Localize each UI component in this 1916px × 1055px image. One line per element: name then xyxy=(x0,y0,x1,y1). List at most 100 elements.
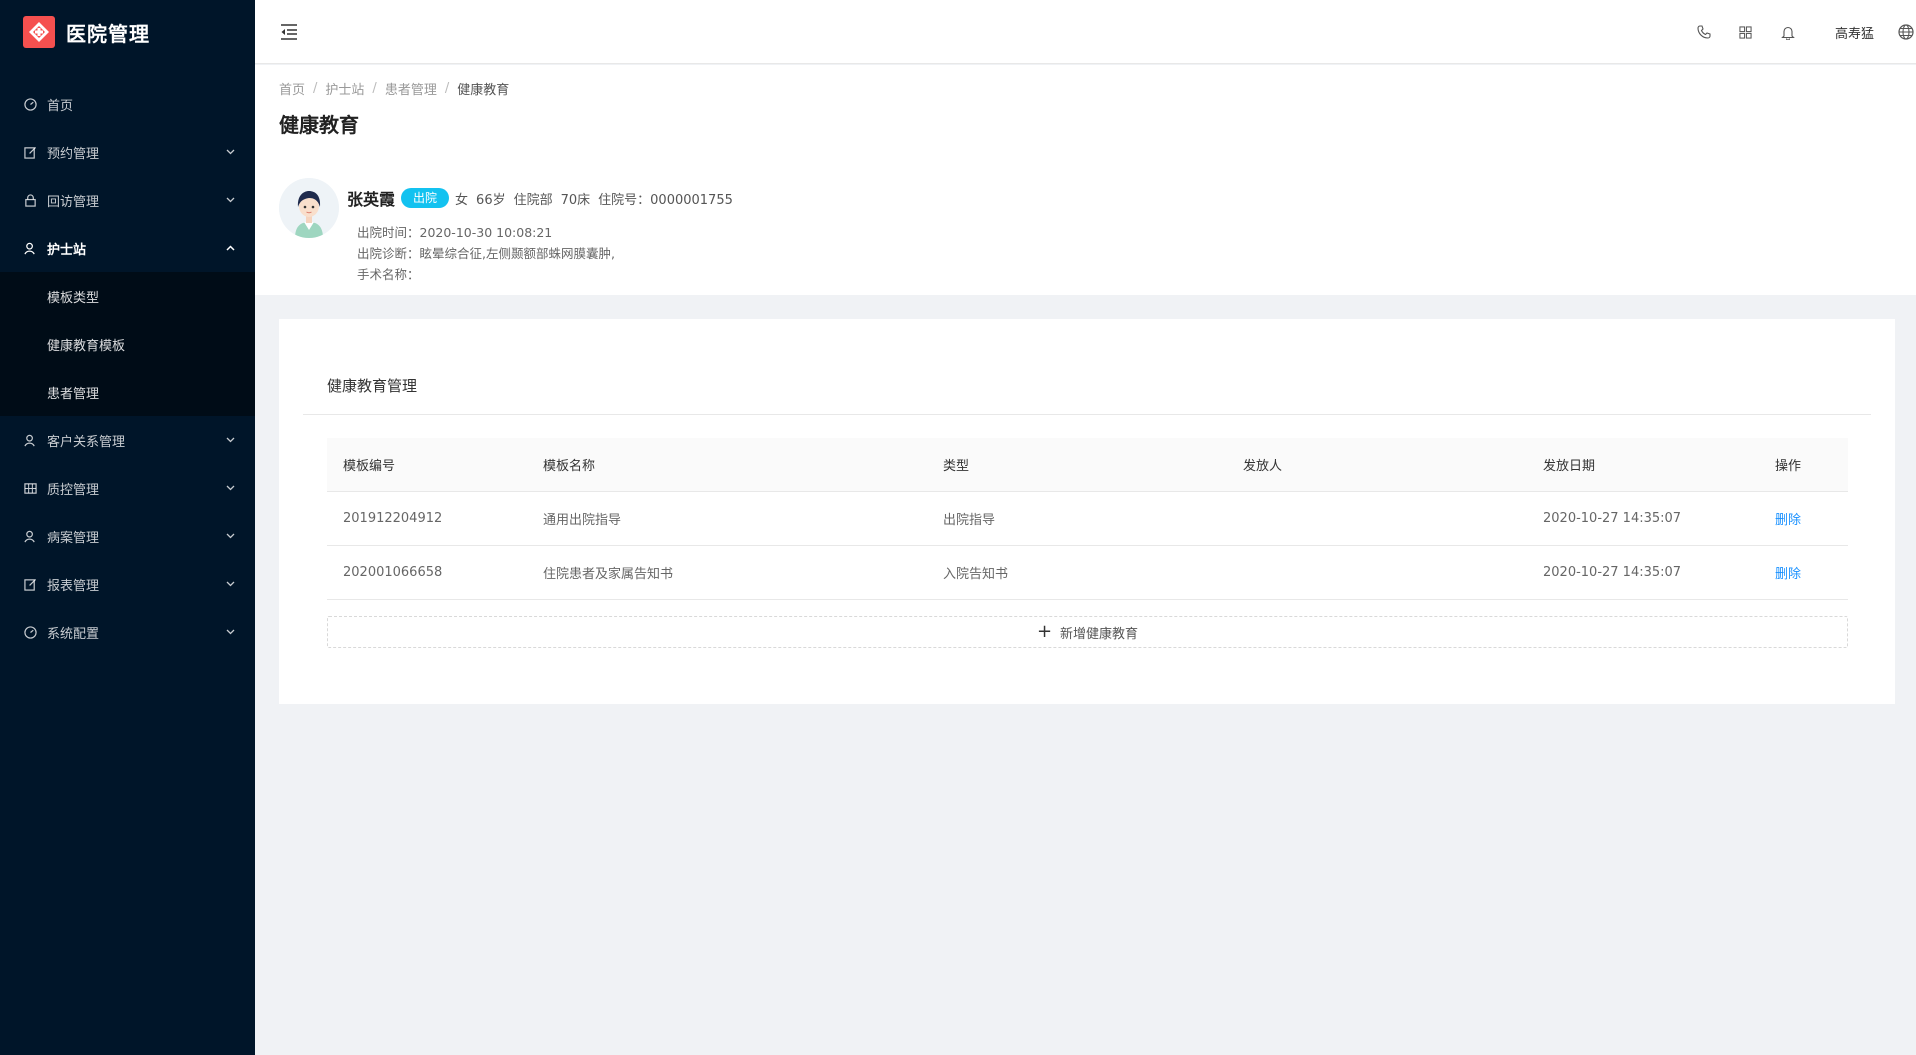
column-header: 模板编号 xyxy=(343,459,396,474)
sidebar-item-reports[interactable]: 报表管理 xyxy=(0,560,255,608)
delete-link[interactable]: 删除 xyxy=(1775,567,1801,582)
breadcrumb-separator: / xyxy=(372,81,377,96)
sidebar-item-label: 客户关系管理 xyxy=(47,434,126,450)
sidebar-item-crm[interactable]: 客户关系管理 xyxy=(0,416,255,464)
delete-link[interactable]: 删除 xyxy=(1775,513,1801,528)
sidebar-subitem-template-type[interactable]: 模板类型 xyxy=(0,272,255,320)
breadcrumb: 首页 / 护士站 / 患者管理 / 健康教育 xyxy=(279,79,509,98)
sidebar-item-records[interactable]: 病案管理 xyxy=(0,512,255,560)
patient-admission-no: 住院号：0000001755 xyxy=(598,192,733,208)
sidebar-item-home[interactable]: 首页 xyxy=(0,80,255,128)
cell-date: 2020-10-27 14:35:07 xyxy=(1543,565,1682,580)
sidebar-item-label: 回访管理 xyxy=(47,194,100,210)
health-education-table: 模板编号 模板名称 类型 发放人 发放日期 操作 201912204912 通用… xyxy=(327,438,1848,600)
breadcrumb-separator: / xyxy=(444,81,450,96)
cell-type: 出院指导 xyxy=(943,513,996,528)
discharge-diagnosis: 出院诊断：眩晕综合征,左侧颞额部蛛网膜囊肿, xyxy=(357,246,615,261)
patient-summary: 张英霞 出院 女 66岁 住院部 70床 住院号：0000001755 xyxy=(347,186,741,210)
chevron-down-icon xyxy=(225,531,235,541)
table-header-row: 模板编号 模板名称 类型 发放人 发放日期 操作 xyxy=(327,438,1848,492)
sidebar-item-quality[interactable]: 质控管理 xyxy=(0,464,255,512)
chevron-up-icon xyxy=(225,243,235,253)
patient-gender: 女 xyxy=(455,192,469,208)
plus-icon: + xyxy=(1036,621,1053,642)
dashboard-icon xyxy=(23,97,37,111)
breadcrumb-patient-management[interactable]: 患者管理 xyxy=(385,79,437,98)
sidebar-subitem-patient-management[interactable]: 患者管理 xyxy=(0,368,255,416)
patient-name: 张英霞 xyxy=(347,190,396,209)
patient-details: 出院时间：2020-10-30 10:08:21 出院诊断：眩晕综合征,左侧颞额… xyxy=(357,222,615,285)
dashboard-icon xyxy=(23,625,37,639)
sidebar-item-label: 报表管理 xyxy=(47,578,100,594)
column-header: 操作 xyxy=(1775,459,1802,474)
status-badge: 出院 xyxy=(401,188,450,208)
appstore-icon[interactable] xyxy=(1737,23,1755,41)
cell-code: 202001066658 xyxy=(343,565,443,580)
page-title: 健康教育 xyxy=(279,113,359,137)
sidebar-item-label: 质控管理 xyxy=(47,482,100,498)
sidebar-item-nurse-station[interactable]: 护士站 xyxy=(0,224,255,272)
patient-meta: 女 66岁 住院部 70床 住院号：0000001755 xyxy=(455,189,741,208)
discharge-time: 出院时间：2020-10-30 10:08:21 xyxy=(357,225,553,240)
column-header: 发放日期 xyxy=(1543,459,1596,474)
cell-type: 入院告知书 xyxy=(943,567,1009,582)
add-health-education-button[interactable]: + 新增健康教育 xyxy=(327,616,1848,648)
surgery-name: 手术名称： xyxy=(357,267,420,282)
user-icon xyxy=(23,241,37,255)
sidebar-item-label: 首页 xyxy=(47,98,74,114)
breadcrumb-current: 健康教育 xyxy=(457,83,510,98)
sidebar-item-label: 病案管理 xyxy=(47,530,100,546)
sidebar-item-followup[interactable]: 回访管理 xyxy=(0,176,255,224)
cell-code: 201912204912 xyxy=(343,511,443,526)
sidebar-item-label: 系统配置 xyxy=(47,626,100,642)
edit-icon xyxy=(23,577,37,591)
breadcrumb-separator: / xyxy=(313,81,318,96)
column-header: 类型 xyxy=(943,459,970,474)
globe-icon[interactable] xyxy=(1898,23,1916,41)
app-title: 医院管理 xyxy=(66,21,150,46)
phone-icon[interactable] xyxy=(1695,23,1713,41)
menu-fold-icon[interactable] xyxy=(279,22,299,42)
table-icon xyxy=(23,481,37,495)
cell-name: 通用出院指导 xyxy=(543,513,622,528)
chevron-down-icon xyxy=(225,483,235,493)
sidebar-item-system-config[interactable]: 系统配置 xyxy=(0,608,255,656)
sidebar-item-appointment[interactable]: 预约管理 xyxy=(0,128,255,176)
sidebar-menu: 首页 预约管理 回访管理 护士站 模板类型 健康教育模板 患者管理 客户关系管理… xyxy=(0,80,255,656)
cell-date: 2020-10-27 14:35:07 xyxy=(1543,511,1682,526)
breadcrumb-nurse-station[interactable]: 护士站 xyxy=(325,79,364,98)
cell-name: 住院患者及家属告知书 xyxy=(543,567,674,582)
patient-age: 66岁 xyxy=(476,192,506,208)
patient-bed: 70床 xyxy=(560,192,591,208)
health-education-card: 健康教育管理 模板编号 模板名称 类型 发放人 发放日期 操作 20191220… xyxy=(279,319,1895,704)
patient-department: 住院部 xyxy=(513,192,553,208)
user-icon xyxy=(23,529,37,543)
user-name[interactable]: 高寿猛 xyxy=(1835,23,1874,42)
breadcrumb-home[interactable]: 首页 xyxy=(279,79,305,98)
chevron-down-icon xyxy=(225,435,235,445)
add-button-label: 新增健康教育 xyxy=(1060,626,1139,642)
logo[interactable]: 医院管理 xyxy=(0,0,255,64)
sidebar-item-label: 预约管理 xyxy=(47,146,100,162)
sidebar-subitem-health-template[interactable]: 健康教育模板 xyxy=(0,320,255,368)
chevron-down-icon xyxy=(225,579,235,589)
chevron-down-icon xyxy=(225,627,235,637)
header-actions: 高寿猛 xyxy=(1695,0,1916,64)
bell-icon[interactable] xyxy=(1779,23,1797,41)
divider xyxy=(303,414,1871,415)
chevron-down-icon xyxy=(225,195,235,205)
top-header: 高寿猛 xyxy=(255,0,1916,64)
user-icon xyxy=(23,433,37,447)
sidebar: 医院管理 首页 预约管理 回访管理 护士站 模板类型 健康教育模板 患者管理 客… xyxy=(0,0,255,1055)
nurse-station-submenu: 模板类型 健康教育模板 患者管理 xyxy=(0,272,255,416)
column-header: 发放人 xyxy=(1243,459,1283,474)
column-header: 模板名称 xyxy=(543,459,596,474)
edit-icon xyxy=(23,145,37,159)
table-row: 201912204912 通用出院指导 出院指导 2020-10-27 14:3… xyxy=(327,492,1848,546)
avatar xyxy=(279,178,339,238)
chevron-down-icon xyxy=(225,147,235,157)
card-title: 健康教育管理 xyxy=(327,377,418,395)
page-header: 首页 / 护士站 / 患者管理 / 健康教育 健康教育 张英霞 出院 女 66岁… xyxy=(255,65,1916,295)
sidebar-item-label: 护士站 xyxy=(47,242,87,258)
lock-icon xyxy=(23,193,37,207)
